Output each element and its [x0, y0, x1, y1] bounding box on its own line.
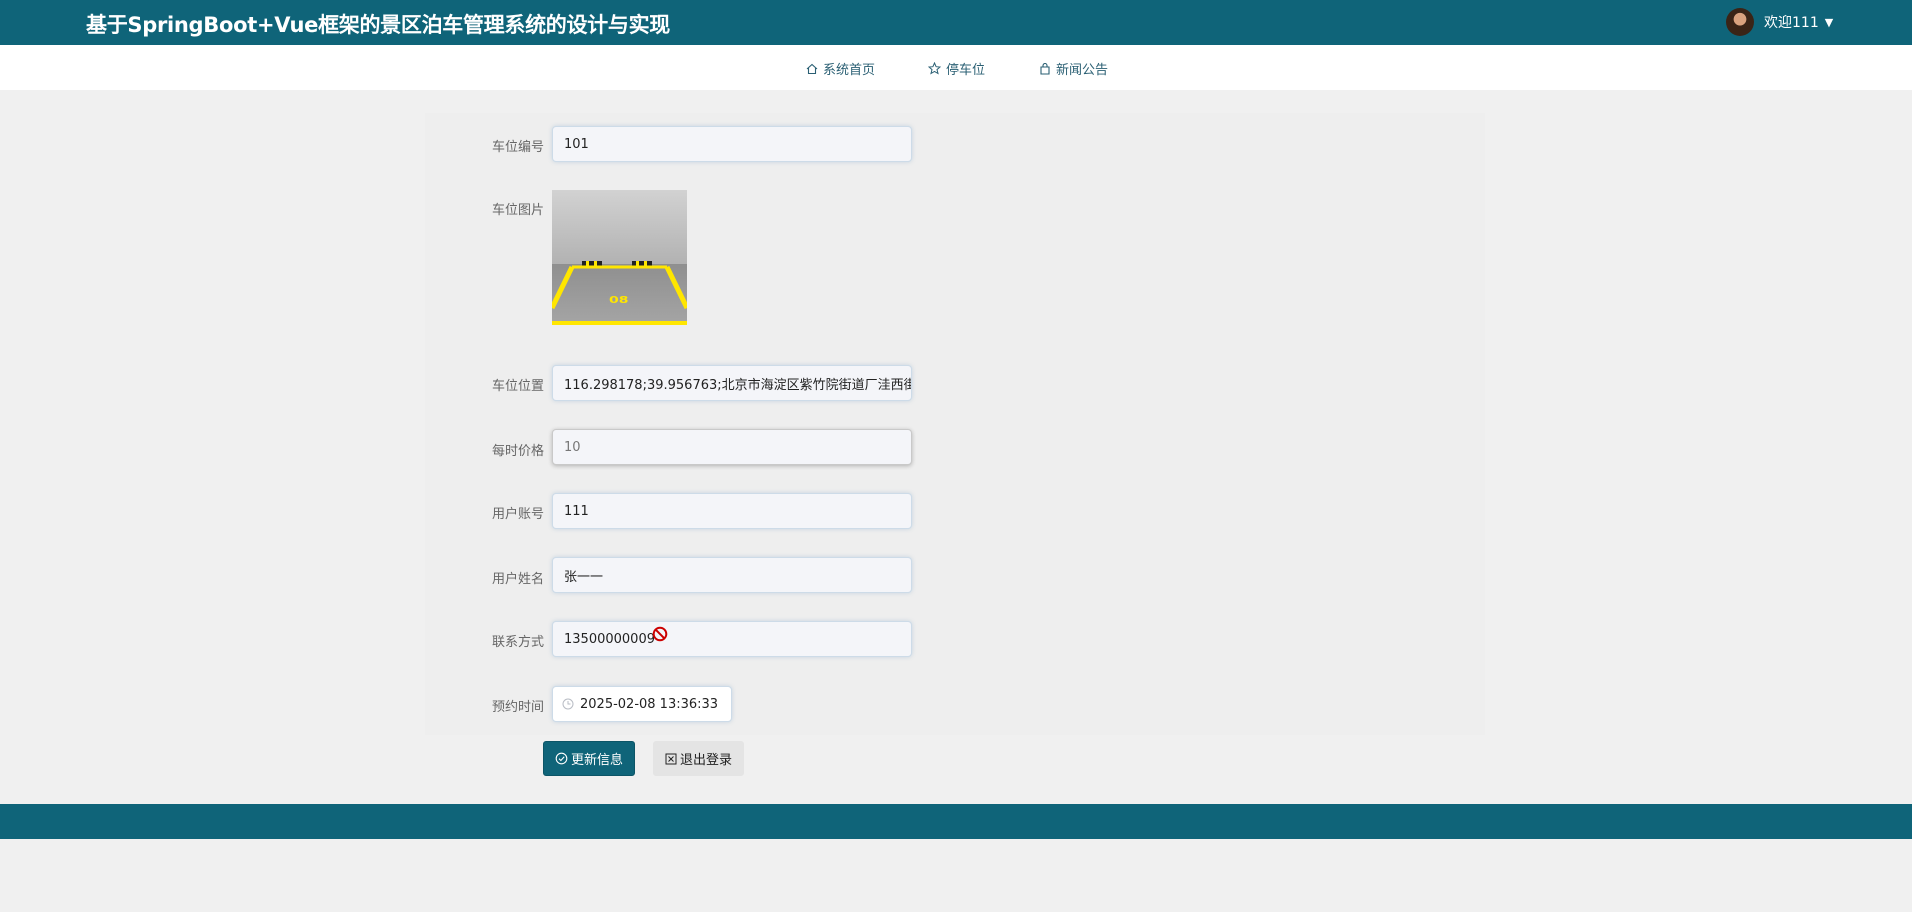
user-account-label: 用户账号 [491, 507, 544, 522]
bag-icon [1040, 62, 1050, 75]
update-info-button[interactable]: 更新信息 [543, 741, 635, 776]
nav-item-home[interactable]: 系统首页 [806, 59, 875, 78]
nav-item-label: 系统首页 [823, 63, 876, 78]
nav-item-parking[interactable]: 停车位 [928, 59, 985, 78]
user-greeting[interactable]: 欢迎111 [1764, 12, 1819, 32]
nav-item-news[interactable]: 新闻公告 [1039, 59, 1108, 78]
spot-number-input[interactable]: 101 [552, 126, 912, 162]
spot-number-label: 车位编号 [491, 140, 544, 155]
main-nav: 系统首页 停车位 新闻公告 [0, 45, 1912, 90]
spot-image-number: 08 [609, 294, 629, 306]
user-name-input[interactable]: 张一一 [552, 557, 912, 593]
star-icon [928, 62, 941, 75]
spot-location-label: 车位位置 [491, 379, 544, 394]
caret-down-icon[interactable]: ▼ [1825, 16, 1833, 29]
app-title: 基于SpringBoot+Vue框架的景区泊车管理系统的设计与实现 [86, 13, 670, 37]
spot-image[interactable]: 08 [552, 190, 687, 325]
reserve-time-picker[interactable]: 2025-02-08 13:36:33 [552, 686, 732, 722]
spot-location-input[interactable]: 116.298178;39.956763;北京市海淀区紫竹院街道厂洼西街 [552, 365, 912, 401]
clock-icon [562, 698, 574, 710]
check-circle-icon [555, 752, 568, 765]
contact-input[interactable]: 13500000009 [552, 621, 912, 657]
close-square-icon [665, 753, 677, 764]
nav-item-label: 停车位 [946, 63, 986, 78]
not-allowed-icon [652, 626, 668, 642]
update-info-label: 更新信息 [570, 753, 623, 768]
nav-item-label: 新闻公告 [1056, 63, 1109, 78]
footer-bar [0, 804, 1912, 839]
user-menu[interactable]: 欢迎111 ▼ [1726, 8, 1833, 36]
hourly-price-label: 每时价格 [491, 444, 544, 459]
user-account-input[interactable]: 111 [552, 493, 912, 529]
reserve-time-value: 2025-02-08 13:36:33 [580, 696, 719, 712]
contact-label: 联系方式 [491, 635, 544, 650]
home-icon [806, 63, 818, 74]
reserve-time-label: 预约时间 [491, 700, 544, 715]
spot-image-label: 车位图片 [491, 203, 544, 218]
logout-button[interactable]: 退出登录 [653, 741, 744, 776]
hourly-price-input[interactable]: 10 [552, 429, 912, 465]
user-name-label: 用户姓名 [491, 572, 544, 587]
top-header-bar: 基于SpringBoot+Vue框架的景区泊车管理系统的设计与实现 欢迎111 … [0, 0, 1912, 45]
avatar[interactable] [1726, 8, 1754, 36]
logout-label: 退出登录 [679, 753, 732, 768]
